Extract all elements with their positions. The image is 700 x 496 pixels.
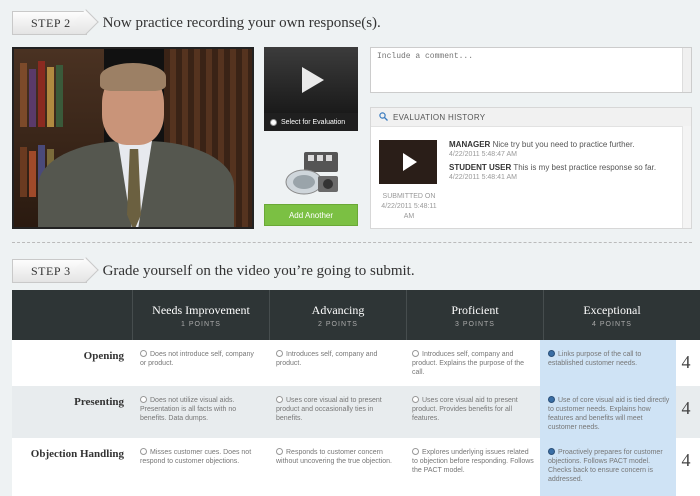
entry-text: Nice try but you need to practice furthe… [492, 140, 635, 149]
step-2-badge: STEP 2 [12, 11, 87, 35]
step-3-title: Grade yourself on the video you’re going… [102, 262, 415, 279]
option-text: Introduces self, company and product. Ex… [412, 351, 525, 376]
add-another-button[interactable]: Add Another [264, 204, 358, 226]
submitted-info: SUBMITTED ON 4/22/2011 5:48:11 AM [377, 192, 441, 222]
entry-author: STUDENT USER [449, 163, 512, 172]
thumbnail-preview[interactable] [264, 47, 358, 113]
option-text: Links purpose of the call to established… [548, 351, 642, 367]
rubric-corner [12, 290, 132, 340]
option-radio[interactable] [548, 396, 555, 403]
evaluation-history-header: EVALUATION HISTORY [371, 108, 691, 127]
row-score: 4 [681, 450, 691, 470]
column-points: 3 POINTS [455, 320, 495, 328]
submitted-label: SUBMITTED ON [382, 193, 436, 200]
column-title: Proficient [451, 302, 499, 317]
section-divider [12, 242, 692, 243]
select-for-evaluation[interactable]: Select for Evaluation [264, 113, 358, 131]
entry-time: 4/22/2011 5:48:47 AM [449, 151, 517, 158]
rubric-column-header: Advancing 2 POINTS [269, 290, 406, 340]
history-scrollbar[interactable] [682, 126, 691, 228]
criterion-label: Opening [83, 350, 124, 362]
option-radio[interactable] [276, 396, 283, 403]
step-3-badge: STEP 3 [12, 259, 87, 283]
rubric-option[interactable]: Does not utilize visual aids. Presentati… [132, 386, 268, 438]
search-icon [379, 111, 388, 123]
row-score: 4 [681, 352, 691, 372]
submitted-video-thumbnail[interactable] [379, 140, 437, 184]
option-text: Explores underlying issues related to ob… [412, 449, 534, 474]
recorded-video-thumbnail[interactable]: Select for Evaluation [264, 47, 358, 131]
evaluation-history-panel: EVALUATION HISTORY SUBMITTED ON 4/22/201… [370, 107, 692, 229]
option-text: Does not introduce self, company or prod… [140, 351, 254, 367]
select-label: Select for Evaluation [281, 118, 346, 126]
rubric-column-header: Needs Improvement 1 POINTS [132, 290, 269, 340]
step-2-title: Now practice recording your own response… [102, 14, 381, 31]
rubric-option-selected[interactable]: Proactively prepares for customer object… [540, 438, 676, 496]
rubric-row-objection-handling: Objection Handling Misses customer cues.… [12, 438, 700, 496]
option-text: Uses core visual aid to present product … [276, 397, 382, 422]
rubric-row-opening: Opening Does not introduce self, company… [12, 340, 700, 386]
rubric-option[interactable]: Uses core visual aid to present product.… [404, 386, 540, 438]
entry-text: This is my best practice response so far… [513, 163, 657, 172]
criterion-label: Presenting [74, 396, 124, 408]
rubric-option[interactable]: Introduces self, company and product. Ex… [404, 340, 540, 386]
entry-time: 4/22/2011 5:48:41 AM [449, 174, 517, 181]
rubric-option[interactable]: Misses customer cues. Does not respond t… [132, 438, 268, 496]
main-video-player[interactable] [12, 47, 254, 229]
rubric-row-presenting: Presenting Does not utilize visual aids.… [12, 386, 700, 438]
rubric-option-selected[interactable]: Links purpose of the call to established… [540, 340, 676, 386]
rubric-option[interactable]: Does not introduce self, company or prod… [132, 340, 268, 386]
history-entry: MANAGER Nice try but you need to practic… [449, 140, 634, 160]
option-text: Misses customer cues. Does not respond t… [140, 449, 252, 465]
rubric-column-header: Exceptional 4 POINTS [543, 290, 680, 340]
option-radio[interactable] [412, 396, 419, 403]
rubric-option[interactable]: Uses core visual aid to present product … [268, 386, 404, 438]
option-radio[interactable] [276, 350, 283, 357]
rubric-header: Needs Improvement 1 POINTS Advancing 2 P… [12, 290, 700, 340]
submitted-date: 4/22/2011 5:48:11 AM [381, 203, 437, 220]
rubric-option-selected[interactable]: Use of core visual aid is tied directly … [540, 386, 676, 438]
select-radio[interactable] [270, 118, 277, 126]
option-radio[interactable] [140, 350, 147, 357]
column-title: Exceptional [583, 302, 641, 317]
rubric-column-header: Proficient 3 POINTS [406, 290, 543, 340]
column-title: Needs Improvement [152, 302, 250, 317]
option-text: Proactively prepares for customer object… [548, 449, 663, 483]
rubric-option[interactable]: Explores underlying issues related to ob… [404, 438, 540, 496]
option-radio[interactable] [548, 350, 555, 357]
play-icon[interactable] [403, 153, 417, 171]
evaluation-history-title: EVALUATION HISTORY [393, 112, 486, 122]
rubric-option[interactable]: Responds to customer concern without unc… [268, 438, 404, 496]
entry-author: MANAGER [449, 140, 491, 149]
step-2-header: STEP 2 Now practice recording your own r… [12, 11, 381, 35]
criterion-label: Objection Handling [30, 448, 124, 460]
option-radio[interactable] [412, 448, 419, 455]
option-text: Introduces self, company and product. [276, 351, 378, 367]
camera-media-icon [280, 148, 344, 200]
option-radio[interactable] [276, 448, 283, 455]
option-radio[interactable] [548, 448, 555, 455]
option-radio[interactable] [412, 350, 419, 357]
column-points: 4 POINTS [592, 320, 632, 328]
option-text: Use of core visual aid is tied directly … [548, 397, 670, 431]
step-3-header: STEP 3 Grade yourself on the video you’r… [12, 259, 415, 283]
column-title: Advancing [311, 302, 365, 317]
comment-box[interactable] [370, 47, 692, 93]
option-text: Does not utilize visual aids. Presentati… [140, 397, 237, 422]
column-points: 1 POINTS [181, 320, 221, 328]
comment-scrollbar[interactable] [682, 48, 691, 92]
option-radio[interactable] [140, 448, 147, 455]
option-radio[interactable] [140, 396, 147, 403]
option-text: Uses core visual aid to present product.… [412, 397, 518, 422]
option-text: Responds to customer concern without unc… [276, 449, 392, 465]
rubric-option[interactable]: Introduces self, company and product. [268, 340, 404, 386]
comment-input[interactable] [371, 48, 691, 92]
play-icon[interactable] [302, 67, 324, 93]
presenter-hair [100, 63, 166, 91]
history-entry: STUDENT USER This is my best practice re… [449, 163, 656, 183]
row-score: 4 [681, 398, 691, 418]
column-points: 2 POINTS [318, 320, 358, 328]
